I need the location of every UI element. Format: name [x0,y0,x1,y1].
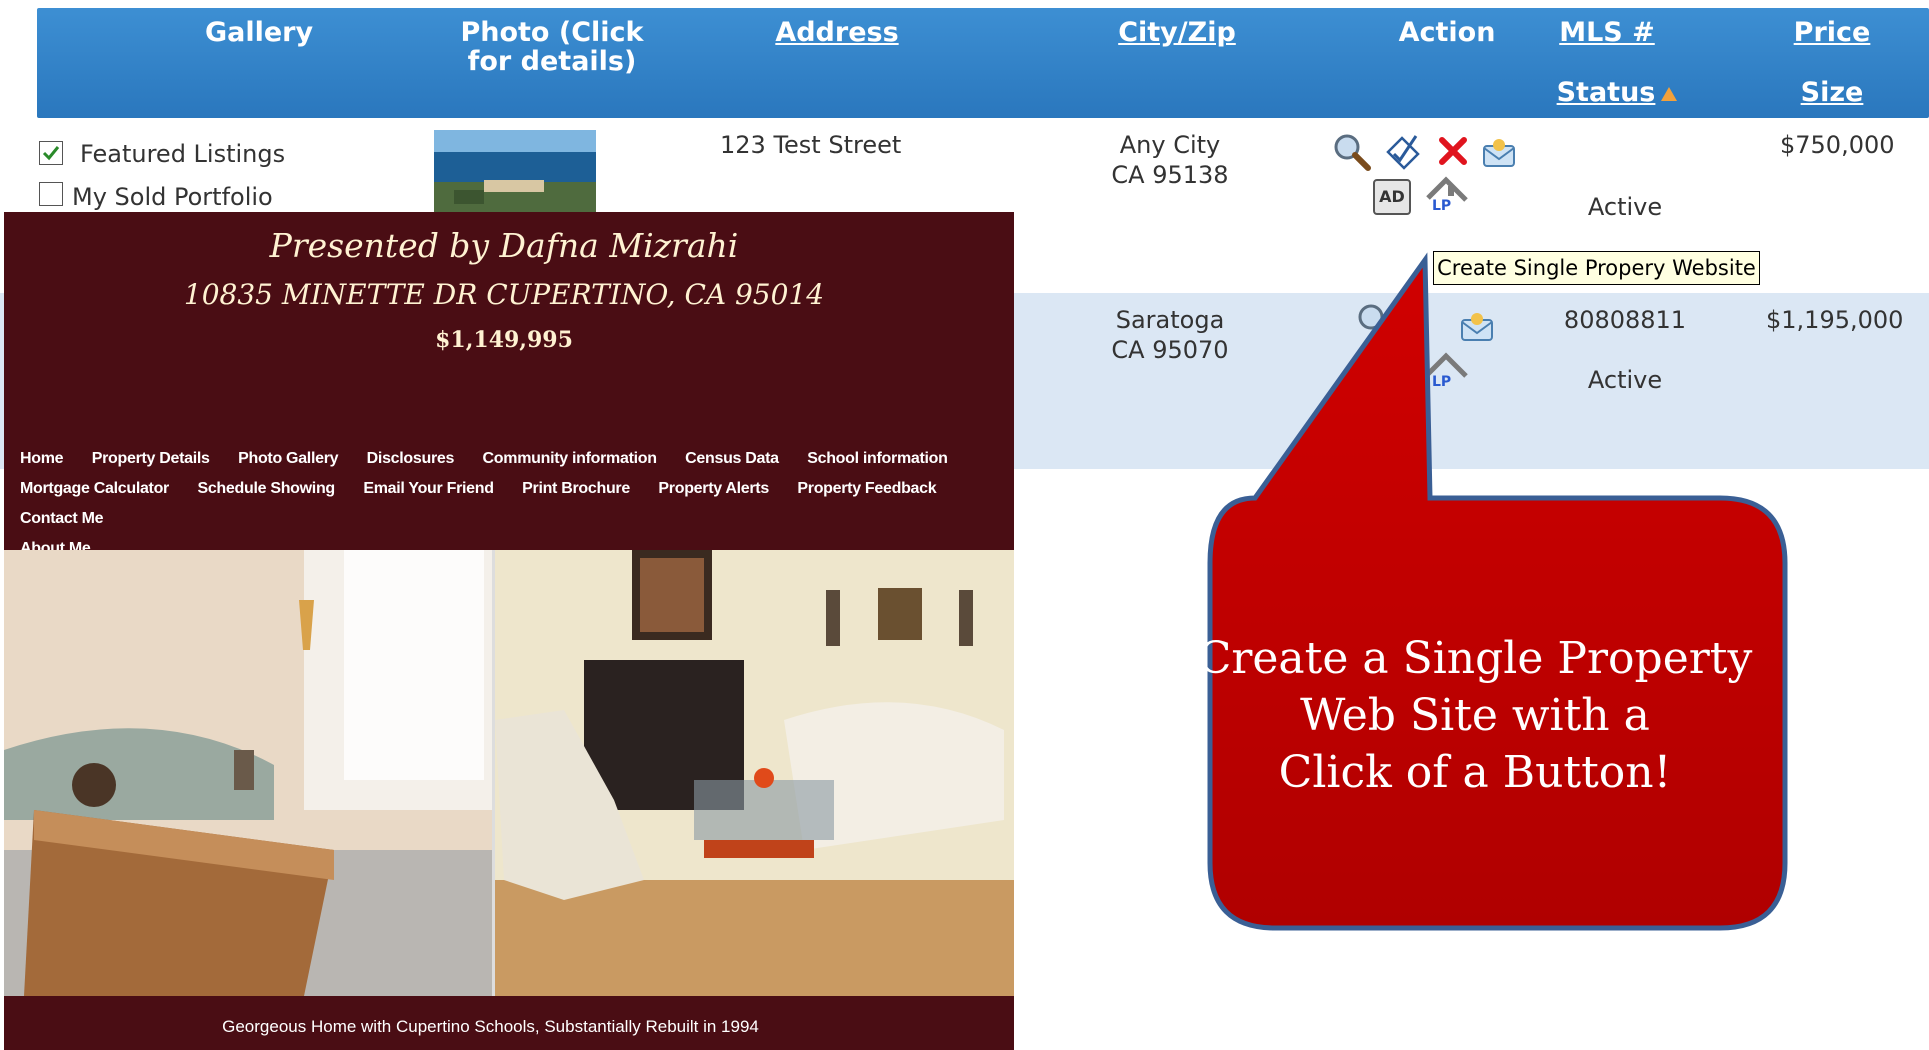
magnifier-icon[interactable] [1332,132,1372,179]
header-status-link[interactable]: Status [1557,77,1656,108]
nav-property-alerts[interactable]: Property Alerts [658,480,769,497]
header-size-link[interactable]: Size [1777,78,1887,107]
nav-disclosures[interactable]: Disclosures [367,450,455,467]
site-presented-by: Presented by Dafna Mizrahi [269,226,739,265]
header-photo: Photo (Click for details) [460,17,644,77]
header-mls-link[interactable]: MLS # [1547,18,1667,47]
header-gallery: Gallery [204,17,314,48]
table-header: Gallery Photo (Click for details) Addres… [37,8,1929,118]
site-caption: Georgeous Home with Cupertino Schools, S… [222,1017,759,1036]
nav-home[interactable]: Home [20,450,64,467]
nav-mortgage-calculator[interactable]: Mortgage Calculator [20,480,169,497]
callout-line-1: Create a Single Property [1197,633,1753,684]
delete-icon[interactable] [1436,134,1470,175]
property-photo-image [4,550,1014,996]
featured-listings-checkbox[interactable] [39,141,63,165]
listing-thumbnail-image [434,130,596,214]
nav-property-feedback[interactable]: Property Feedback [797,480,936,497]
header-city-zip-link[interactable]: City/Zip [1077,18,1277,47]
listing-1-zip: CA 95138 [1111,161,1229,189]
nav-community-information[interactable]: Community information [483,450,657,467]
ad-icon[interactable]: AD [1373,179,1411,215]
header-price-link[interactable]: Price [1777,18,1887,47]
sort-ascending-icon [1661,86,1678,101]
nav-photo-gallery[interactable]: Photo Gallery [238,450,338,467]
nav-contact-me[interactable]: Contact Me [20,510,104,527]
header-status: Status [1547,78,1687,107]
single-property-website: Presented by Dafna Mizrahi 10835 MINETTE… [4,212,1014,1050]
callout-text: Create a Single Property Web Site with a… [1175,630,1775,801]
edit-icon[interactable] [1382,130,1424,179]
tooltip: Create Single Propery Website [1433,251,1760,285]
property-photo [4,550,1014,996]
email-icon[interactable] [1480,134,1518,179]
listing-1-address: 123 Test Street [720,131,902,159]
single-property-site-icon[interactable]: LP [1424,176,1470,223]
nav-schedule-showing[interactable]: Schedule Showing [197,480,335,497]
listing-thumbnail[interactable] [434,130,596,214]
sold-portfolio-checkbox[interactable] [39,182,63,206]
featured-listings-label: Featured Listings [80,140,286,168]
site-address: 10835 MINETTE DR CUPERTINO, CA 95014 [183,278,825,311]
nav-property-details[interactable]: Property Details [92,450,210,467]
listing-1-price: $750,000 [1780,131,1895,159]
nav-census-data[interactable]: Census Data [685,450,779,467]
nav-print-brochure[interactable]: Print Brochure [522,480,630,497]
nav-school-information[interactable]: School information [807,450,948,467]
callout-line-3: Click of a Button! [1278,747,1672,798]
sold-portfolio-label: My Sold Portfolio [72,183,273,210]
listing-1-city: Any City [1119,131,1221,159]
nav-email-your-friend[interactable]: Email Your Friend [363,480,494,497]
callout-line-2: Web Site with a [1300,690,1650,741]
listing-1-status: Active [1587,193,1663,221]
site-nav: Home Property Details Photo Gallery Disc… [20,444,1010,564]
callout-balloon [1207,252,1788,931]
svg-text:LP: LP [1432,198,1451,214]
header-address-link[interactable]: Address [737,18,937,47]
site-price: $1,149,995 [435,327,573,353]
header-action: Action [1398,17,1496,48]
ad-icon-label: AD [1379,187,1405,206]
checkmark-icon [42,146,60,161]
